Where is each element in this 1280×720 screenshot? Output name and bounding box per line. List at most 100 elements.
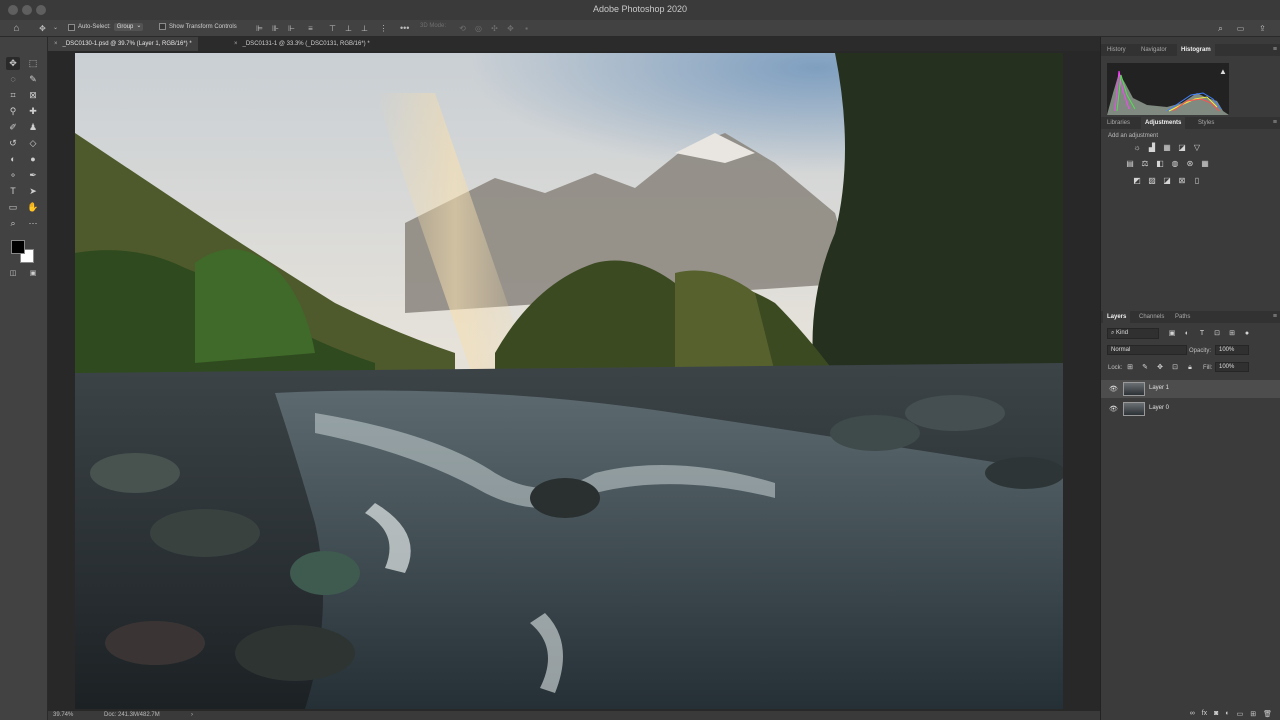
lock-pixels-icon[interactable]: ✎: [1140, 363, 1150, 373]
curves-icon[interactable]: ▦: [1162, 143, 1172, 153]
tab-libraries[interactable]: Libraries: [1103, 117, 1134, 129]
edit-toolbar-icon[interactable]: ⋯: [26, 217, 40, 230]
tab-navigator[interactable]: Navigator: [1137, 44, 1171, 56]
move-tool-icon[interactable]: ✥: [6, 57, 20, 70]
share-icon[interactable]: ⇪: [1258, 24, 1267, 33]
exposure-icon[interactable]: ◪: [1177, 143, 1187, 153]
dodge-tool-icon[interactable]: ⚬: [6, 169, 20, 182]
color-lookup-icon[interactable]: ▦: [1200, 159, 1210, 169]
3d-rotate-icon[interactable]: ⟲: [458, 24, 467, 33]
show-transform-checkbox[interactable]: [159, 23, 166, 30]
eraser-tool-icon[interactable]: ◇: [26, 137, 40, 150]
frame-tool-icon[interactable]: ⊠: [26, 89, 40, 102]
auto-select-dropdown[interactable]: Group: [113, 22, 144, 31]
levels-icon[interactable]: ▟: [1147, 143, 1157, 153]
new-layer-icon[interactable]: ⊞: [1250, 710, 1256, 718]
panel-menu-icon[interactable]: ≡: [1273, 313, 1277, 320]
zoom-tool-icon[interactable]: ⌕: [6, 217, 20, 230]
tab-paths[interactable]: Paths: [1171, 311, 1194, 323]
color-balance-icon[interactable]: ⚖: [1140, 159, 1150, 169]
brightness-contrast-icon[interactable]: ☼: [1132, 143, 1142, 153]
histogram-warning-icon[interactable]: ▲: [1219, 67, 1227, 76]
history-brush-icon[interactable]: ↺: [6, 137, 20, 150]
new-group-icon[interactable]: ▭: [1237, 710, 1244, 718]
align-left-icon[interactable]: ⊫: [255, 24, 264, 33]
vibrance-icon[interactable]: ▽: [1192, 143, 1202, 153]
selective-color-icon[interactable]: ⊠: [1177, 176, 1187, 186]
fill-field[interactable]: 100%: [1215, 362, 1249, 372]
filter-type-icon[interactable]: T: [1197, 329, 1207, 339]
quick-select-tool-icon[interactable]: ✎: [26, 73, 40, 86]
photo-filter-icon[interactable]: ◍: [1170, 159, 1180, 169]
home-icon[interactable]: ⌂: [12, 24, 21, 34]
healing-tool-icon[interactable]: ✚: [26, 105, 40, 118]
tab-histogram[interactable]: Histogram: [1177, 44, 1215, 56]
shape-tool-icon[interactable]: ▭: [6, 201, 20, 214]
document-image[interactable]: [75, 53, 1063, 709]
align-right-icon[interactable]: ⊩: [287, 24, 296, 33]
layer-row-layer-1[interactable]: 👁︎ Layer 1: [1101, 380, 1280, 398]
brush-tool-icon[interactable]: ✐: [6, 121, 20, 134]
lasso-tool-icon[interactable]: ◌: [6, 73, 20, 86]
distribute-icon[interactable]: ≡: [306, 24, 315, 33]
align-middle-icon[interactable]: ⊥: [344, 24, 353, 33]
tab-dsc0131[interactable]: × _DSC0131-1 @ 33.3% (_DSC0131, RGB/16*) …: [228, 37, 376, 51]
layer-style-icon[interactable]: fx: [1202, 710, 1207, 718]
auto-select-checkbox[interactable]: [68, 23, 75, 31]
delete-layer-icon[interactable]: 🗑︎: [1263, 710, 1272, 718]
tab-dsc0130[interactable]: × _DSC0130-1.psd @ 39.7% (Layer 1, RGB/16…: [48, 37, 198, 51]
quick-mask-icon[interactable]: ◫: [6, 267, 20, 280]
screen-mode-icon[interactable]: ▣: [26, 267, 40, 280]
more-options-icon[interactable]: •••: [400, 24, 409, 33]
close-tab-icon[interactable]: ×: [234, 41, 238, 47]
3d-roll-icon[interactable]: ◎: [474, 24, 483, 33]
new-adjustment-icon[interactable]: ◐: [1225, 710, 1229, 718]
3d-pan-icon[interactable]: ✣: [490, 24, 499, 33]
filter-kind-dropdown[interactable]: ⌕ Kind: [1107, 328, 1159, 339]
posterize-icon[interactable]: ▨: [1147, 176, 1157, 186]
lock-transparency-icon[interactable]: ⊞: [1125, 363, 1135, 373]
tab-layers[interactable]: Layers: [1103, 311, 1131, 323]
layer-row-layer-0[interactable]: 👁︎ Layer 0: [1101, 400, 1280, 418]
filter-pixel-icon[interactable]: ▣: [1167, 329, 1177, 339]
3d-scale-icon[interactable]: ▪: [522, 24, 531, 33]
visibility-eye-icon[interactable]: 👁︎: [1109, 405, 1118, 413]
align-bottom-icon[interactable]: ⊥: [360, 24, 369, 33]
lock-position-icon[interactable]: ✥: [1155, 363, 1165, 373]
3d-slide-icon[interactable]: ✥: [506, 24, 515, 33]
workspace-icon[interactable]: ▭: [1236, 24, 1245, 33]
visibility-eye-icon[interactable]: 👁︎: [1109, 385, 1118, 393]
move-tool-icon[interactable]: ✥: [38, 24, 47, 33]
panel-menu-icon[interactable]: ≡: [1273, 46, 1277, 53]
panel-menu-icon[interactable]: ≡: [1273, 119, 1277, 126]
layer-name[interactable]: Layer 0: [1149, 405, 1169, 411]
tab-channels[interactable]: Channels: [1135, 311, 1168, 323]
filter-smart-object-icon[interactable]: ⊞: [1227, 329, 1237, 339]
blend-mode-dropdown[interactable]: Normal: [1107, 345, 1187, 355]
blur-tool-icon[interactable]: ●: [26, 153, 40, 166]
black-white-icon[interactable]: ◧: [1155, 159, 1165, 169]
hand-tool-icon[interactable]: ✋: [26, 201, 40, 214]
invert-icon[interactable]: ◩: [1132, 176, 1142, 186]
filter-adjustment-icon[interactable]: ◐: [1182, 329, 1192, 339]
align-center-icon[interactable]: ⊪: [271, 24, 280, 33]
distribute-vertical-icon[interactable]: ⋮: [379, 24, 388, 33]
zoom-level[interactable]: 39.74%: [53, 712, 73, 718]
align-top-icon[interactable]: ⊤: [328, 24, 337, 33]
crop-tool-icon[interactable]: ⌗: [6, 89, 20, 102]
lock-artboard-icon[interactable]: ⊡: [1170, 363, 1180, 373]
close-tab-icon[interactable]: ×: [54, 41, 58, 47]
filter-toggle-icon[interactable]: ●: [1242, 329, 1252, 339]
tab-adjustments[interactable]: Adjustments: [1141, 117, 1186, 129]
pen-tool-icon[interactable]: ✒: [26, 169, 40, 182]
foreground-color-swatch[interactable]: [11, 240, 25, 254]
opacity-field[interactable]: 100%: [1215, 345, 1249, 355]
tab-styles[interactable]: Styles: [1194, 117, 1218, 129]
gradient-map-icon[interactable]: ▯: [1192, 176, 1202, 186]
path-select-tool-icon[interactable]: ➤: [26, 185, 40, 198]
tool-preset-chevron-icon[interactable]: ⌄: [51, 24, 60, 33]
type-tool-icon[interactable]: T: [6, 185, 20, 198]
tab-history[interactable]: History: [1103, 44, 1130, 56]
search-icon[interactable]: ⌕: [1216, 24, 1225, 33]
channel-mixer-icon[interactable]: ⊛: [1185, 159, 1195, 169]
